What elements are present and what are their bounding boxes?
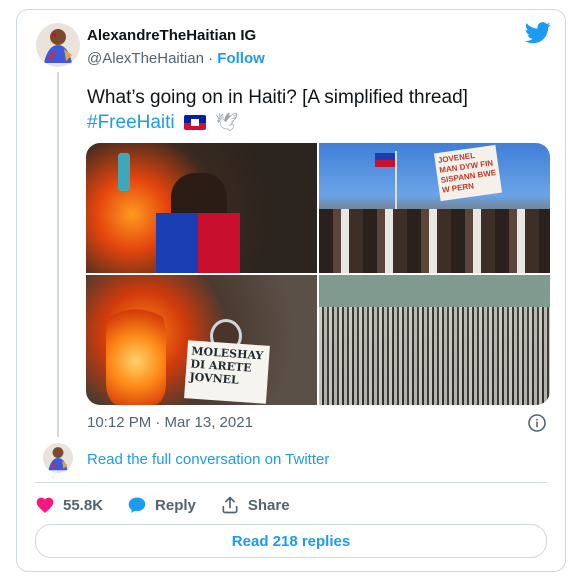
photo-crowd-sign[interactable]: JOVENEL MAN DYW FIN SISPANN BWE W PERN [319, 143, 550, 273]
photo-street-crowd[interactable] [319, 275, 550, 405]
share-label: Share [247, 496, 290, 514]
reply-button[interactable]: Reply [127, 495, 196, 515]
media-grid[interactable]: JOVENEL MAN DYW FIN SISPANN BWE W PERN M… [86, 143, 550, 405]
share-icon [220, 495, 240, 515]
twitter-logo-icon[interactable] [524, 22, 551, 44]
author-handle[interactable]: @AlexTheHaitian [87, 50, 204, 67]
tweet-text: What’s going on in Haiti? [A simplified … [87, 85, 547, 135]
thread-line [57, 72, 59, 437]
handle-separator: · [208, 50, 214, 67]
divider [35, 482, 547, 483]
protest-sign: JOVENEL MAN DYW FIN SISPANN BWE W PERN [433, 144, 503, 202]
dove-icon: 🕊 [215, 112, 239, 132]
author-avatar[interactable] [36, 23, 80, 67]
tweet-card: AlexandreTheHaitian IG @AlexTheHaitian ·… [16, 9, 566, 572]
heart-icon [35, 495, 55, 515]
read-replies-button[interactable]: Read 218 replies [35, 524, 547, 558]
info-icon[interactable] [528, 414, 546, 432]
reply-bubble-icon [127, 495, 147, 515]
reply-label: Reply [155, 496, 196, 514]
like-count: 55.8K [63, 496, 104, 514]
tweet-body: What’s going on in Haiti? [A simplified … [87, 87, 468, 108]
photo-protester-fire[interactable] [86, 143, 317, 273]
author-handle-row: @AlexTheHaitian · Follow [87, 50, 265, 67]
action-bar: 55.8K Reply Share [35, 494, 314, 516]
share-button[interactable]: Share [220, 495, 290, 515]
tweet-hashtag-row: #FreeHaiti 🕊 [87, 110, 547, 135]
author-avatar-small[interactable] [43, 443, 73, 473]
author-name[interactable]: AlexandreTheHaitian IG [87, 27, 256, 44]
photo-protester-sign[interactable]: MOLESHAY DI ARETE JOVNEL [86, 275, 317, 405]
like-button[interactable]: 55.8K [35, 495, 103, 515]
read-conversation-link[interactable]: Read the full conversation on Twitter [87, 451, 329, 468]
haiti-flag-icon [183, 115, 206, 130]
follow-button[interactable]: Follow [217, 50, 265, 67]
protest-sign: MOLESHAY DI ARETE JOVNEL [184, 340, 270, 404]
hashtag-link[interactable]: #FreeHaiti [87, 112, 175, 133]
tweet-timestamp[interactable]: 10:12 PM · Mar 13, 2021 [87, 414, 253, 431]
